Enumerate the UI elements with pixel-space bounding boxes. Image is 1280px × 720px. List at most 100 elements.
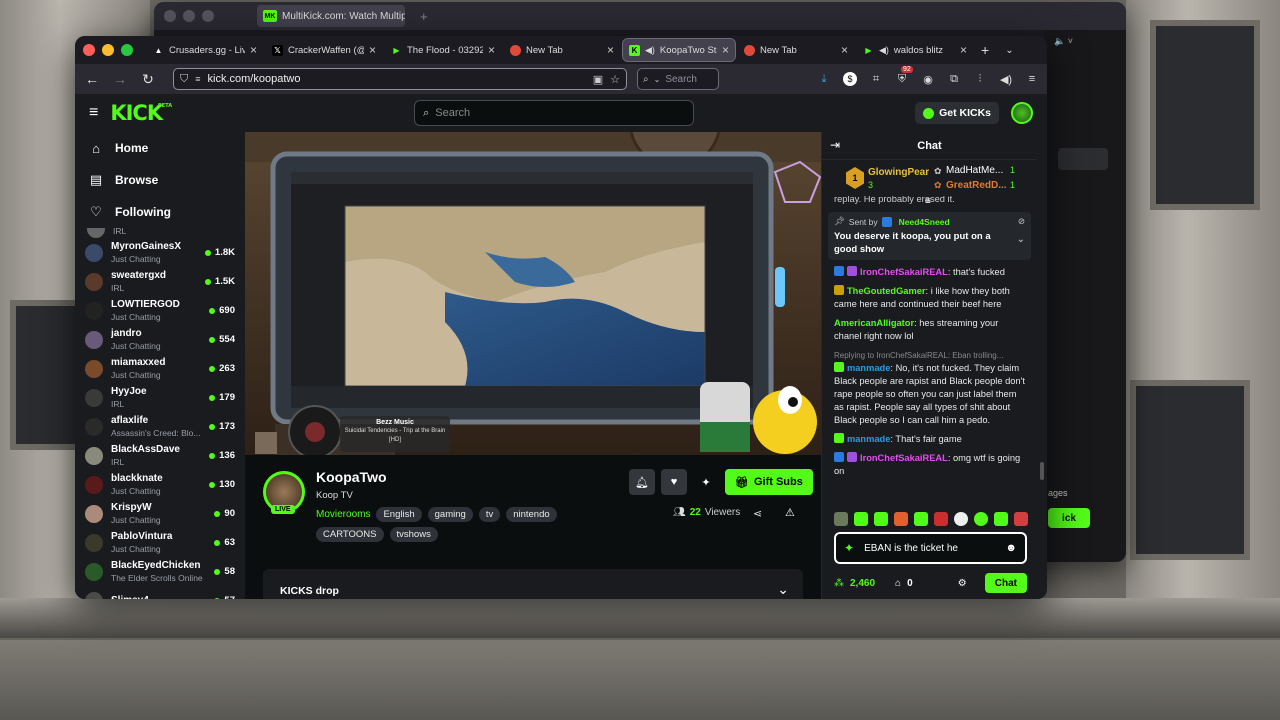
back-window-button[interactable]: ick bbox=[1048, 508, 1090, 528]
browser-tab[interactable]: 𝕏CrackerWaffen (@The × bbox=[266, 39, 382, 61]
picture-in-picture-icon[interactable]: ▣ bbox=[593, 73, 603, 86]
sidebar-nav-home[interactable]: ⌂ Home bbox=[75, 132, 245, 164]
close-tab-icon[interactable]: × bbox=[722, 43, 729, 57]
following-channel-item[interactable]: Slimey457 bbox=[75, 586, 245, 599]
tag-chip[interactable]: nintendo bbox=[506, 507, 557, 522]
report-warning-icon[interactable]: ⚠ bbox=[785, 506, 795, 519]
page-scrollbar[interactable] bbox=[1037, 132, 1047, 599]
sparkle-button[interactable]: ✦ bbox=[693, 469, 719, 495]
following-channel-item[interactable]: blackknate Just Chatting 130 bbox=[75, 470, 245, 499]
url-bar[interactable]: ⛉ ≡ kick.com/koopatwo ▣ ☆ bbox=[173, 68, 627, 90]
emote-icon[interactable] bbox=[894, 512, 908, 526]
close-tab-icon[interactable]: × bbox=[488, 43, 495, 57]
user-avatar[interactable] bbox=[1011, 102, 1033, 124]
close-window-button[interactable] bbox=[83, 44, 95, 56]
settings-gear-icon[interactable]: ⚙ bbox=[958, 578, 967, 589]
minimize-window-button[interactable] bbox=[102, 44, 114, 56]
following-channel-item[interactable]: KrispyW Just Chatting 90 bbox=[75, 499, 245, 528]
following-channel-item[interactable]: miamaxxed Just Chatting 263 bbox=[75, 354, 245, 383]
maximize-window-button[interactable] bbox=[121, 44, 133, 56]
emote-icon[interactable] bbox=[874, 512, 888, 526]
following-channel-item[interactable]: jandro Just Chatting 554 bbox=[75, 325, 245, 354]
close-tab-icon[interactable]: × bbox=[960, 43, 967, 57]
chat-username[interactable]: IronChefSakaiREAL bbox=[860, 267, 948, 277]
speaker-icon[interactable]: ◀) bbox=[879, 45, 889, 56]
emote-icon[interactable] bbox=[834, 512, 848, 526]
chevron-down-icon[interactable]: ⌄ bbox=[1017, 234, 1025, 245]
chat-message[interactable]: IronChefSakaiREAL: that's fucked bbox=[822, 266, 1037, 279]
sidebar-nav-browse[interactable]: ▤ Browse bbox=[75, 164, 245, 196]
browser-tab[interactable]: ▶The Flood - 032926 - × bbox=[385, 39, 501, 61]
emote-icon[interactable] bbox=[914, 512, 928, 526]
volume-icon[interactable]: ◀) bbox=[999, 72, 1013, 86]
browser-search-box[interactable]: ⌕ ⌄ Search bbox=[637, 68, 719, 90]
reload-icon[interactable]: ↻ bbox=[139, 71, 157, 88]
chat-message[interactable]: Replying to IronChefSakaiREAL: Eban trol… bbox=[822, 349, 1037, 427]
following-channel-item[interactable]: sweatergxd IRL 1.5K bbox=[75, 267, 245, 296]
sparkle-icon[interactable]: ✦ bbox=[844, 541, 854, 555]
back-tab-multikick[interactable]: MK MultiKick.com: Watch Multiple S × bbox=[257, 5, 405, 27]
tag-chip[interactable]: CARTOONS bbox=[316, 527, 384, 542]
collapse-chat-icon[interactable]: ⇥ bbox=[830, 138, 840, 152]
store-icon[interactable]: ⌂ bbox=[895, 578, 901, 589]
emote-icon[interactable] bbox=[1014, 512, 1028, 526]
privacy-extension-icon[interactable]: ◉ bbox=[921, 72, 935, 86]
browser-tab[interactable]: ▲Crusaders.gg - Live St× bbox=[147, 39, 263, 61]
chat-message[interactable]: IronChefSakaiREAL: omg wtf is going on bbox=[822, 452, 1037, 478]
emoji-picker-icon[interactable]: ☻ bbox=[1005, 542, 1017, 554]
points-count[interactable]: 2,460 bbox=[850, 578, 875, 589]
puzzle-extension-icon[interactable]: ⧉ bbox=[947, 72, 961, 86]
filter-icon[interactable]: ≡ bbox=[925, 196, 931, 207]
close-tab-icon[interactable]: × bbox=[841, 43, 848, 57]
video-player[interactable]: Bezz Music Suicidal Tendencies - Trip at… bbox=[245, 132, 821, 455]
chat-username[interactable]: manmade bbox=[847, 363, 890, 373]
emote-icon[interactable] bbox=[974, 512, 988, 526]
equalizer-icon[interactable]: ⫶ bbox=[973, 72, 987, 86]
chat-username[interactable]: IronChefSakaiREAL bbox=[860, 453, 948, 463]
following-channel-item[interactable]: aflaxlife Assassin's Creed: Blo... 173 bbox=[75, 412, 245, 441]
dollar-extension-icon[interactable]: $ bbox=[843, 72, 857, 86]
close-tab-icon[interactable]: × bbox=[250, 43, 257, 57]
browser-tab[interactable]: New Tab × bbox=[504, 39, 620, 61]
browser-tab[interactable]: ▶ ◀) waldos blitz × bbox=[857, 39, 973, 61]
unpin-icon[interactable]: ⊘ bbox=[1018, 216, 1025, 227]
chat-message[interactable]: TheGoutedGamer: i like how they both cam… bbox=[822, 285, 1037, 311]
following-channel-item[interactable]: BlackAssDave IRL 136 bbox=[75, 441, 245, 470]
emote-icon[interactable] bbox=[994, 512, 1008, 526]
notification-bell-button[interactable]: 🔔︎ bbox=[629, 469, 655, 495]
new-tab-icon[interactable]: + bbox=[981, 42, 989, 58]
back-arrow-icon[interactable]: ← bbox=[83, 71, 101, 87]
chat-message[interactable]: manmade: That's fair game bbox=[822, 433, 1037, 446]
browser-tab[interactable]: K◀)KoopaTwo Stream× bbox=[622, 38, 736, 62]
download-icon[interactable]: ⤓ bbox=[817, 72, 831, 86]
leaderboard-user[interactable]: GlowingPear bbox=[868, 167, 929, 178]
following-channel-item[interactable]: LOWTIERGOD Just Chatting 690 bbox=[75, 296, 245, 325]
following-channel-item[interactable]: HyyJoe IRL 179 bbox=[75, 383, 245, 412]
kicks-drop-panel[interactable]: KICKS drop ⌄ bbox=[263, 569, 803, 599]
chevron-down-icon[interactable]: ⌄ bbox=[777, 581, 789, 598]
chat-input[interactable]: ✦ EBAN is the ticket he ☻ bbox=[834, 532, 1027, 564]
tag-chip[interactable]: gaming bbox=[427, 507, 473, 522]
leaderboard-user[interactable]: MadHatMe... bbox=[946, 165, 1003, 176]
close-tab-icon[interactable]: × bbox=[369, 43, 376, 57]
gift-subs-button[interactable]: 🎁︎ Gift Subs bbox=[725, 469, 813, 495]
get-kicks-button[interactable]: Get KICKs bbox=[915, 102, 999, 124]
crop-extension-icon[interactable]: ⌗ bbox=[869, 72, 883, 86]
chat-message[interactable]: AmericanAlligator: hes streaming your ch… bbox=[822, 317, 1037, 343]
tag-chip[interactable]: English bbox=[376, 507, 422, 522]
sidebar-nav-following[interactable]: ♡ Following bbox=[75, 196, 245, 228]
pinned-message[interactable]: 📌︎ Sent by Need4Sneed ⊘ You deserve it k… bbox=[828, 212, 1031, 260]
forward-arrow-icon[interactable]: → bbox=[111, 71, 129, 87]
chat-username[interactable]: TheGoutedGamer bbox=[847, 286, 926, 296]
emote-icon[interactable] bbox=[954, 512, 968, 526]
send-chat-button[interactable]: Chat bbox=[984, 573, 1027, 593]
follow-button[interactable]: ♥ bbox=[661, 469, 687, 495]
chat-username[interactable]: AmericanAlligator bbox=[834, 318, 914, 328]
browser-tab[interactable]: New Tab × bbox=[738, 39, 854, 61]
emote-icon[interactable] bbox=[934, 512, 948, 526]
bookmark-star-icon[interactable]: ☆ bbox=[610, 73, 620, 86]
following-channel-item[interactable]: PabloVintura Just Chatting 63 bbox=[75, 528, 245, 557]
ublock-extension-icon[interactable]: ⛨ 92 bbox=[895, 66, 913, 86]
tab-list-chevron-icon[interactable]: ⌄ bbox=[1005, 45, 1013, 56]
leaderboard-user[interactable]: GreatRedD... bbox=[946, 180, 1007, 191]
